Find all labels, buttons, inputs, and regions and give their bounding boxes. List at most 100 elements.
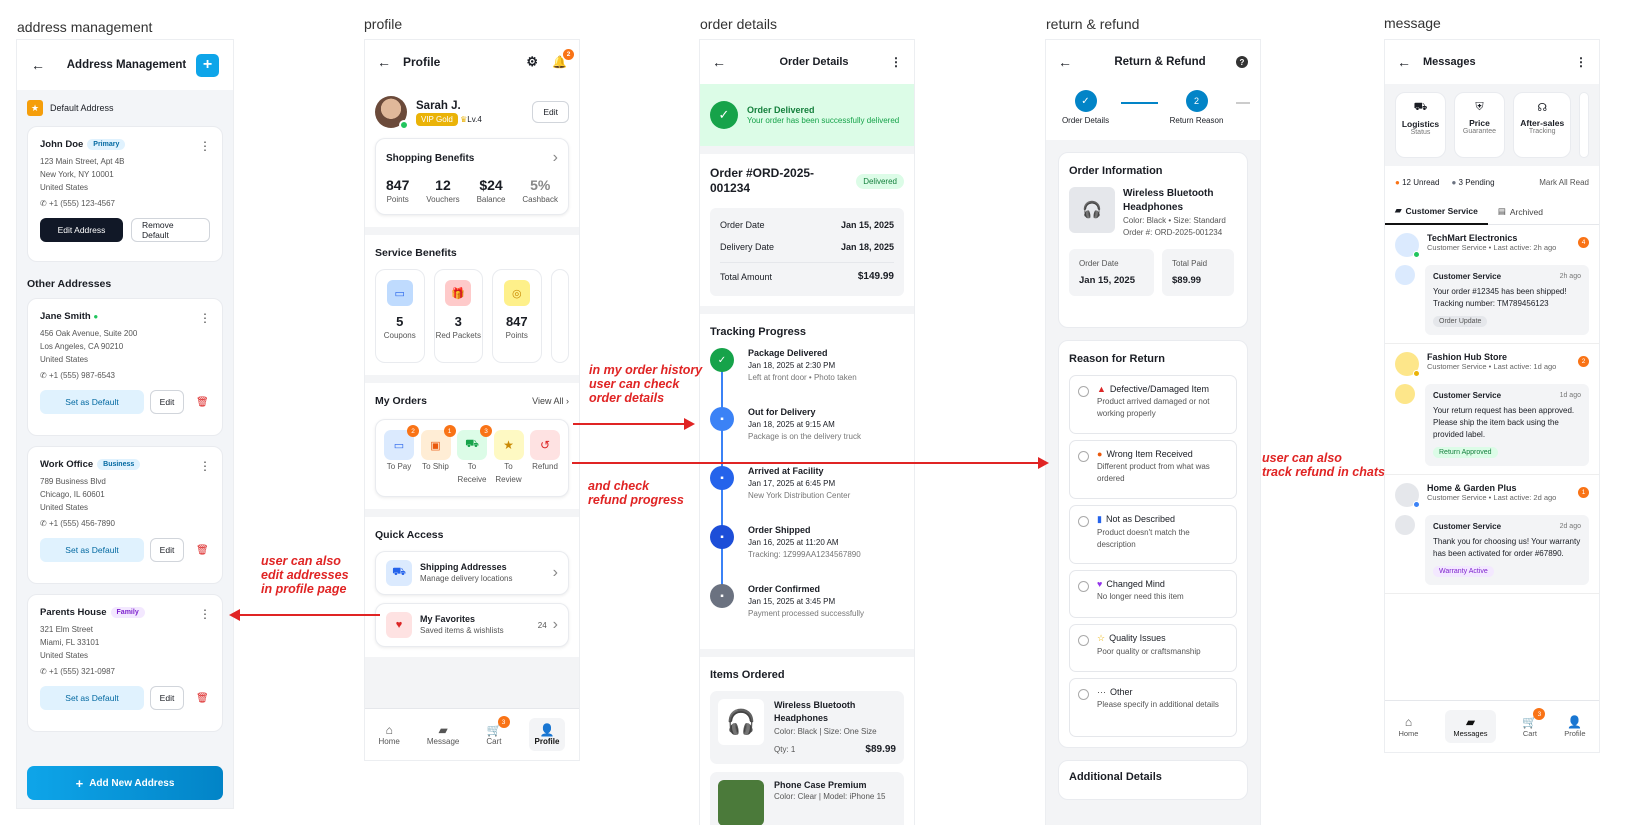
message-thread[interactable]: Home & Garden Plus Customer Service • Las… <box>1385 475 1599 594</box>
logistics-tile[interactable]: ⛟ Logistics Status <box>1395 92 1446 158</box>
unread-dot-icon: ● <box>1395 178 1400 187</box>
additional-details-card[interactable]: Additional Details <box>1058 760 1248 800</box>
back-arrow-icon[interactable]: ← <box>1058 54 1072 70</box>
my-favorites-link[interactable]: ♥ My Favorites Saved items & wishlists 24… <box>375 603 569 647</box>
nav-home[interactable]: ⌂ Home <box>379 723 400 746</box>
reason-option[interactable]: ♥ Changed Mind No longer need this item <box>1069 570 1237 618</box>
phone-number: +1 (555) 456-7890 <box>48 519 115 529</box>
more-icon[interactable]: ⋮ <box>199 311 211 325</box>
nav-profile[interactable]: 👤 Profile <box>528 718 566 751</box>
view-all-link[interactable]: View All › <box>532 396 569 406</box>
product-order-number: Order #: ORD-2025-001234 <box>1123 228 1223 237</box>
order-date-box: Order Date Jan 15, 2025 <box>1069 249 1154 296</box>
edit-button[interactable]: Edit <box>150 538 184 563</box>
order-status-refund[interactable]: ↺ Refund <box>528 430 562 486</box>
nav-cart[interactable]: 🛒 Cart 3 <box>486 716 510 746</box>
reason-option[interactable]: ▲ Defective/Damaged Item Product arrived … <box>1069 375 1237 434</box>
address-card-primary[interactable]: ⋮ John Doe Primary 123 Main Street, Apt 4… <box>27 126 223 262</box>
message-thread[interactable]: TechMart Electronics Customer Service • L… <box>1385 225 1599 344</box>
nav-messages[interactable]: ▰ Messages <box>1445 710 1496 743</box>
trash-icon[interactable]: 🗑 <box>196 693 209 704</box>
bell-icon[interactable]: 🔔 2 <box>552 49 574 69</box>
back-arrow-icon[interactable]: ← <box>377 54 391 70</box>
help-icon[interactable]: ? <box>1236 56 1248 68</box>
edit-address-button[interactable]: Edit Address <box>40 218 123 243</box>
phone-icon: ✆ <box>40 199 47 209</box>
step-icon: ▪ <box>710 584 734 608</box>
radio-button[interactable] <box>1078 451 1089 462</box>
shopping-benefits-card[interactable]: Shopping Benefits › 847 Points 12 Vouchers … <box>375 138 569 215</box>
message-thread[interactable]: Fashion Hub Store Customer Service • Last… <box>1385 344 1599 475</box>
order-status-to-receive[interactable]: ⛟ 3 To Receive <box>455 425 492 486</box>
red-packets-tile[interactable]: 🎁 3 Red Packets <box>433 269 484 363</box>
set-default-button[interactable]: Set as Default <box>40 538 144 563</box>
nav-profile[interactable]: 👤 Profile <box>1564 715 1585 738</box>
more-icon[interactable]: ⋮ <box>199 459 211 473</box>
delivered-banner: ✓ Order Delivered Your order has been suc… <box>700 84 914 146</box>
step-icon: ✓ <box>710 348 734 372</box>
mark-all-read-link[interactable]: Mark All Read <box>1539 178 1589 187</box>
edit-profile-button[interactable]: Edit <box>532 101 569 123</box>
nav-home[interactable]: ⌂ Home <box>1398 715 1418 738</box>
radio-button[interactable] <box>1078 635 1089 646</box>
reason-option[interactable]: ● Wrong Item Received Different product f… <box>1069 440 1237 499</box>
shipping-addresses-link[interactable]: ⛟ Shipping Addresses Manage delivery loca… <box>375 551 569 595</box>
my-orders: My Orders View All › ▭ 2 To Pay ▣ 1 To Ship … <box>365 383 579 509</box>
points-tile[interactable]: ◎ 847 Points <box>492 269 542 363</box>
gear-icon[interactable]: ⚙ <box>526 54 538 70</box>
more-tile[interactable] <box>1579 92 1590 158</box>
remove-default-button[interactable]: Remove Default <box>130 218 210 243</box>
radio-button[interactable] <box>1078 689 1089 700</box>
reason-title: Wrong Item Received <box>1106 449 1193 459</box>
more-icon[interactable]: ⋮ <box>890 55 902 69</box>
status-label: To Ship <box>422 462 449 471</box>
set-default-button[interactable]: Set as Default <box>40 390 144 414</box>
address-card-parents[interactable]: ⋮ Parents House Family 321 Elm Street Mia… <box>27 594 223 732</box>
trash-icon[interactable]: 🗑 <box>196 397 209 408</box>
reason-option[interactable]: ▮ Not as Described Product doesn't match … <box>1069 505 1237 564</box>
tab-customer-service[interactable]: ▰ Customer Service <box>1385 199 1488 225</box>
step-title: Order Confirmed <box>748 584 821 594</box>
order-item[interactable]: 🎧 Wireless Bluetooth Headphones Color: Bl… <box>710 691 904 764</box>
radio-button[interactable] <box>1078 516 1089 527</box>
add-icon[interactable]: + <box>195 53 219 77</box>
edit-button[interactable]: Edit <box>150 390 184 414</box>
set-default-button[interactable]: Set as Default <box>40 686 144 711</box>
tile-title: Logistics <box>1401 119 1440 129</box>
step-detail: New York Distribution Center <box>748 491 851 500</box>
order-status-to-pay[interactable]: ▭ 2 To Pay <box>382 425 419 486</box>
address-card-jane[interactable]: ⋮ Jane Smith ● 456 Oak Avenue, Suite 200… <box>27 298 223 436</box>
more-tile[interactable] <box>550 269 569 363</box>
more-icon[interactable]: ⋮ <box>1575 55 1587 69</box>
order-status-to-ship[interactable]: ▣ 1 To Ship <box>419 425 456 486</box>
more-icon[interactable]: ⋮ <box>199 607 211 621</box>
order-status-to-review[interactable]: ★ To Review <box>492 430 526 486</box>
nav-cart[interactable]: 🛒 Cart 3 <box>1522 708 1546 738</box>
radio-button[interactable] <box>1078 581 1089 592</box>
after-sales-tile[interactable]: ☊ After-sales Tracking <box>1512 92 1572 158</box>
more-icon[interactable]: ⋮ <box>199 139 211 153</box>
add-new-address-button[interactable]: + Add New Address <box>27 766 223 800</box>
edit-button[interactable]: Edit <box>150 686 184 711</box>
message-stats: ● 12 Unread ● 3 Pending Mark All Read <box>1385 166 1599 199</box>
step-icon: ▪ <box>710 466 734 490</box>
order-item[interactable]: Phone Case Premium Color: Clear | Model: … <box>710 772 904 825</box>
online-status-icon <box>399 120 409 130</box>
reason-option[interactable]: ··· Other Please specify in additional de… <box>1069 678 1237 737</box>
trash-icon[interactable]: 🗑 <box>196 545 209 556</box>
back-arrow-icon[interactable]: ← <box>1397 54 1411 70</box>
coupons-tile[interactable]: ▭ 5 Coupons <box>375 269 425 363</box>
price-tile[interactable]: ⛨ Price Guarantee <box>1453 92 1505 158</box>
tab-archived[interactable]: ▤ Archived <box>1488 199 1553 225</box>
address-card-work[interactable]: ⋮ Work Office Business 789 Business Blvd … <box>27 446 223 584</box>
caption-order: order details <box>700 16 778 32</box>
nav-message[interactable]: ▰ Message <box>427 723 459 746</box>
sender-name: Customer Service <box>1433 272 1502 281</box>
back-arrow-icon[interactable]: ← <box>712 54 726 70</box>
reason-option[interactable]: ☆ Quality Issues Poor quality or craftsma… <box>1069 624 1237 672</box>
step-date: Jan 18, 2025 at 2:30 PM <box>748 361 836 370</box>
reason-icon: ● <box>1097 449 1103 459</box>
radio-button[interactable] <box>1078 386 1089 397</box>
back-arrow-icon[interactable]: ← <box>31 57 45 73</box>
nav-label: Cart <box>486 737 502 746</box>
